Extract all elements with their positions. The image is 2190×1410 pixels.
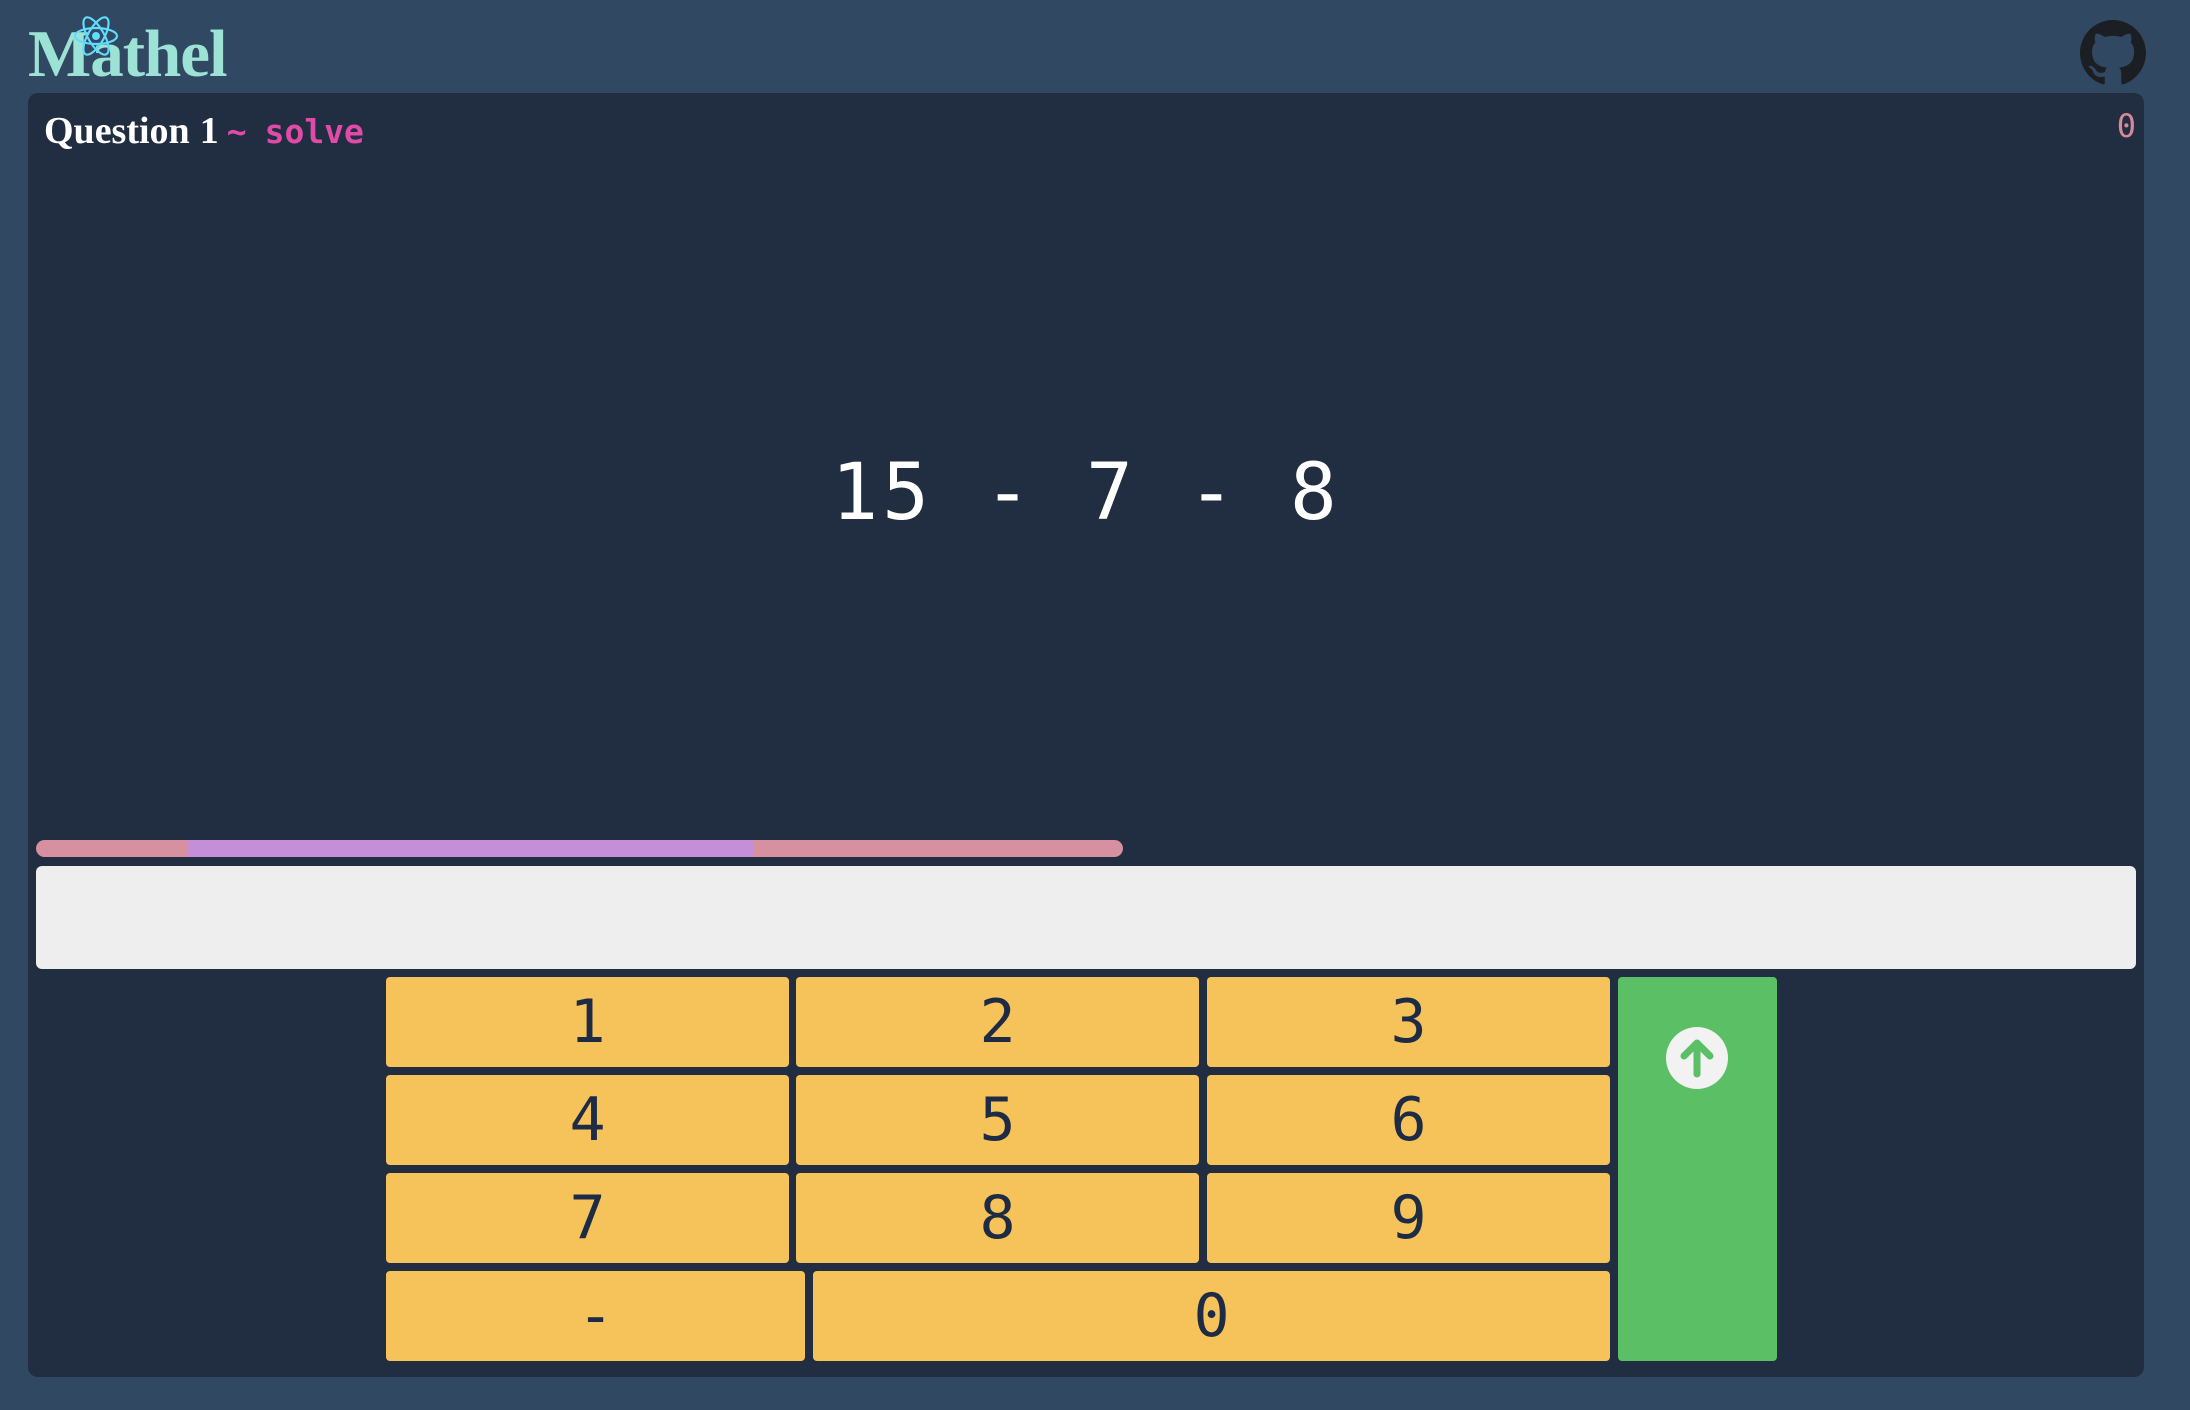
question-number: 1 (199, 110, 219, 152)
key-3[interactable]: 3 (1207, 977, 1610, 1067)
question-mode: solve (264, 112, 364, 151)
app-header: Mathel (0, 0, 2190, 93)
question-separator: ~ (226, 112, 247, 151)
key-1[interactable]: 1 (386, 977, 789, 1067)
key-2[interactable]: 2 (796, 977, 1199, 1067)
key-7[interactable]: 7 (386, 1173, 789, 1263)
github-icon[interactable] (2080, 20, 2146, 86)
atom-icon (73, 16, 119, 56)
question-header: Question 1 ~ solve (44, 109, 364, 159)
app-logo[interactable]: Mathel (28, 12, 228, 92)
question-label: Question (44, 110, 190, 152)
key-minus[interactable]: - (386, 1271, 805, 1361)
timer-progress-bar (36, 840, 1123, 857)
problem-expression: 15 - 7 - 8 (831, 448, 1341, 538)
score-counter: 0 (2116, 107, 2136, 145)
arrow-up-circle-icon (1666, 1027, 1728, 1089)
key-6[interactable]: 6 (1207, 1075, 1610, 1165)
timer-progress-fill (188, 840, 754, 857)
key-8[interactable]: 8 (796, 1173, 1199, 1263)
answer-input[interactable] (36, 866, 2136, 969)
key-4[interactable]: 4 (386, 1075, 789, 1165)
key-0[interactable]: 0 (813, 1271, 1610, 1361)
submit-button[interactable] (1618, 977, 1777, 1361)
key-5[interactable]: 5 (796, 1075, 1199, 1165)
quiz-card: Question 1 ~ solve 0 15 - 7 - 8 12345678… (28, 93, 2144, 1377)
logo-text: Mathel (28, 17, 228, 91)
key-9[interactable]: 9 (1207, 1173, 1610, 1263)
